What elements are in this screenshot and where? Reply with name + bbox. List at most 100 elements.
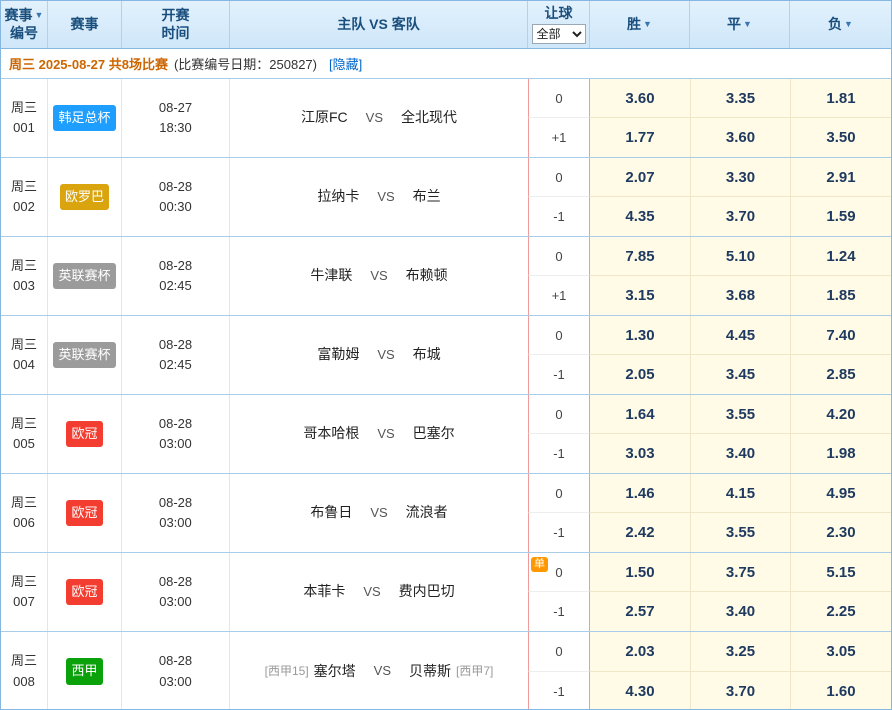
header-match-no-line1: 赛事 bbox=[5, 7, 33, 25]
away-team: 布兰 bbox=[413, 186, 441, 208]
caret-down-icon[interactable]: ▼ bbox=[35, 10, 44, 21]
handicap-cell-row2: -1 bbox=[528, 197, 590, 236]
handicap-cell-row1: 0 bbox=[528, 79, 590, 118]
handicap-cell-row1: 单 0 bbox=[528, 553, 590, 592]
match-number-cell: 周三 007 bbox=[1, 553, 48, 631]
hide-link[interactable]: [隐藏] bbox=[329, 54, 362, 73]
odds-draw-row2: 3.60 bbox=[690, 118, 790, 157]
match-row: 周三 006 欧冠 08-28 03:00 布鲁日 VS 流浪者 0 -1 1.… bbox=[1, 474, 891, 553]
header-match-no-sort[interactable]: 赛事▼ 编号 bbox=[1, 1, 48, 48]
match-number-cell: 周三 001 bbox=[1, 79, 48, 157]
match-num: 005 bbox=[13, 434, 35, 454]
match-time: 18:30 bbox=[159, 118, 192, 138]
odds-lose-row1: 4.95 bbox=[790, 474, 891, 513]
header-lose-sort[interactable]: 负▼ bbox=[790, 1, 891, 48]
odds-win-row2: 1.77 bbox=[590, 118, 690, 157]
time-cell: 08-28 03:00 bbox=[122, 553, 230, 631]
match-number-cell: 周三 004 bbox=[1, 316, 48, 394]
away-team: 布城 bbox=[413, 344, 441, 366]
match-day: 周三 bbox=[11, 98, 37, 118]
time-cell: 08-28 03:00 bbox=[122, 632, 230, 710]
teams-cell: [西甲15] 塞尔塔 VS 贝蒂斯 [西甲7] bbox=[230, 632, 528, 710]
league-badge: 欧罗巴 bbox=[60, 184, 109, 210]
odds-draw-row1: 3.75 bbox=[690, 553, 790, 592]
league-cell: 英联赛杯 bbox=[48, 316, 122, 394]
handicap-filter-select[interactable]: 全部 bbox=[532, 24, 586, 44]
league-cell: 欧冠 bbox=[48, 395, 122, 473]
header-league: 赛事 bbox=[48, 1, 122, 48]
match-row: 周三 007 欧冠 08-28 03:00 本菲卡 VS 费内巴切 单 0 -1… bbox=[1, 553, 891, 632]
odds-win-row2: 3.03 bbox=[590, 434, 690, 473]
header-match-no-line2: 编号 bbox=[10, 25, 38, 43]
odds-draw-row1: 3.25 bbox=[690, 632, 790, 672]
odds-draw-row1: 5.10 bbox=[690, 237, 790, 276]
league-badge: 西甲 bbox=[66, 658, 102, 684]
match-number-cell: 周三 002 bbox=[1, 158, 48, 236]
caret-down-icon[interactable]: ▼ bbox=[643, 19, 652, 30]
caret-down-icon[interactable]: ▼ bbox=[743, 19, 752, 30]
away-team: 布赖顿 bbox=[406, 265, 448, 287]
header-draw-sort[interactable]: 平▼ bbox=[690, 1, 790, 48]
match-row: 周三 002 欧罗巴 08-28 00:30 拉纳卡 VS 布兰 0 -1 2.… bbox=[1, 158, 891, 237]
home-team: 江原FC bbox=[301, 107, 348, 129]
match-date: 08-28 bbox=[159, 572, 192, 592]
header-win-sort[interactable]: 胜▼ bbox=[590, 1, 690, 48]
odds-lose-row2: 1.59 bbox=[790, 197, 891, 236]
match-day: 周三 bbox=[11, 177, 37, 197]
handicap-cell-row2: -1 bbox=[528, 355, 590, 394]
home-rank: [西甲15] bbox=[265, 662, 309, 681]
match-day: 周三 bbox=[11, 651, 37, 671]
date-summary: 周三 2025-08-27 共8场比赛 bbox=[9, 54, 168, 73]
odds-draw-row2: 3.45 bbox=[690, 355, 790, 394]
league-badge: 英联赛杯 bbox=[53, 263, 115, 289]
match-row: 周三 005 欧冠 08-28 03:00 哥本哈根 VS 巴塞尔 0 -1 1… bbox=[1, 395, 891, 474]
odds-lose-row2: 1.85 bbox=[790, 276, 891, 315]
handicap-cell-row2: -1 bbox=[528, 592, 590, 631]
date-bar: 周三 2025-08-27 共8场比赛 (比赛编号日期：250827) [隐藏] bbox=[1, 49, 891, 79]
odds-draw-row2: 3.40 bbox=[690, 434, 790, 473]
odds-lose-row1: 3.05 bbox=[790, 632, 891, 672]
odds-win-row1: 2.03 bbox=[590, 632, 690, 672]
match-date: 08-28 bbox=[159, 256, 192, 276]
match-day: 周三 bbox=[11, 414, 37, 434]
league-badge: 韩足总杯 bbox=[53, 105, 115, 131]
odds-lose-row1: 1.81 bbox=[790, 79, 891, 118]
match-day: 周三 bbox=[11, 335, 37, 355]
handicap-value: 0 bbox=[555, 170, 562, 185]
handicap-value: +1 bbox=[552, 130, 567, 145]
odds-win-row1: 3.60 bbox=[590, 79, 690, 118]
handicap-cell-row1: 0 bbox=[528, 632, 590, 672]
handicap-cell-row2: +1 bbox=[528, 118, 590, 157]
match-time: 03:00 bbox=[159, 513, 192, 533]
home-team: 布鲁日 bbox=[310, 502, 352, 524]
handicap-value: -1 bbox=[553, 446, 565, 461]
match-num: 006 bbox=[13, 513, 35, 533]
match-num: 002 bbox=[13, 197, 35, 217]
match-day: 周三 bbox=[11, 493, 37, 513]
handicap-cell-row1: 0 bbox=[528, 474, 590, 513]
match-num: 004 bbox=[13, 355, 35, 375]
league-cell: 英联赛杯 bbox=[48, 237, 122, 315]
handicap-cell-row1: 0 bbox=[528, 395, 590, 434]
time-cell: 08-28 02:45 bbox=[122, 237, 230, 315]
match-id-note: (比赛编号日期：250827) bbox=[174, 54, 317, 73]
handicap-cell-row1: 0 bbox=[528, 237, 590, 276]
odds-win-row2: 4.30 bbox=[590, 672, 690, 710]
handicap-value: -1 bbox=[553, 684, 565, 699]
odds-lose-row1: 4.20 bbox=[790, 395, 891, 434]
handicap-value: 0 bbox=[555, 565, 562, 580]
vs-label: VS bbox=[366, 108, 383, 128]
caret-down-icon[interactable]: ▼ bbox=[844, 19, 853, 30]
match-row: 周三 003 英联赛杯 08-28 02:45 牛津联 VS 布赖顿 0 +1 … bbox=[1, 237, 891, 316]
teams-cell: 布鲁日 VS 流浪者 bbox=[230, 474, 528, 552]
teams-cell: 哥本哈根 VS 巴塞尔 bbox=[230, 395, 528, 473]
odds-lose-row2: 2.85 bbox=[790, 355, 891, 394]
match-number-cell: 周三 008 bbox=[1, 632, 48, 710]
match-num: 003 bbox=[13, 276, 35, 296]
header-time: 开赛 时间 bbox=[122, 1, 230, 48]
match-row: 周三 008 西甲 08-28 03:00 [西甲15] 塞尔塔 VS 贝蒂斯 … bbox=[1, 632, 891, 710]
handicap-value: 0 bbox=[555, 249, 562, 264]
away-team: 费内巴切 bbox=[399, 581, 455, 603]
odds-lose-row2: 3.50 bbox=[790, 118, 891, 157]
odds-table: 赛事▼ 编号 赛事 开赛 时间 主队 VS 客队 让球 全部 胜▼ 平▼ bbox=[0, 0, 892, 710]
